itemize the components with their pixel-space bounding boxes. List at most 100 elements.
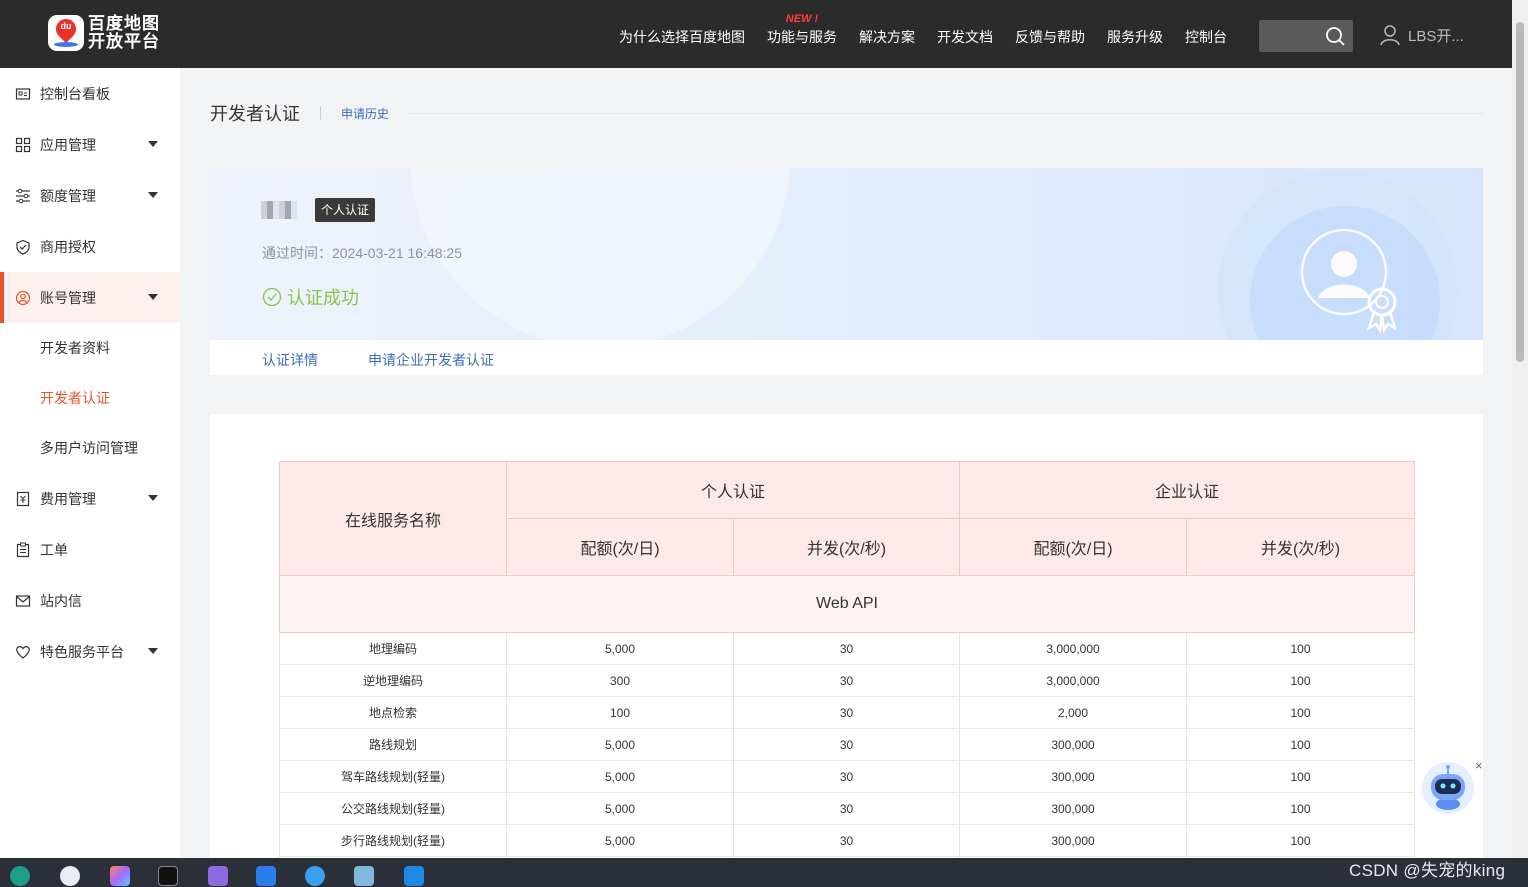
sidebar-item-label: 工单	[40, 541, 68, 558]
nav-dev-docs[interactable]: 开发文档	[926, 0, 1004, 68]
assistant-robot-button[interactable]	[1422, 762, 1474, 814]
nav-feedback-help[interactable]: 反馈与帮助	[1004, 0, 1096, 68]
service-name: 驾车路线规划(轻量)	[279, 760, 507, 793]
service-name: 地点检索	[279, 696, 507, 729]
certification-banner: 个人认证 通过时间：2024-03-21 16:48:25 认证成功	[210, 168, 1483, 340]
column-header-personal: 个人认证	[505, 461, 961, 519]
personal-concurrency: 30	[732, 824, 961, 857]
sidebar-subitem-developer-certification[interactable]: 开发者认证	[0, 373, 180, 423]
sidebar-item-tickets[interactable]: 工单	[0, 524, 180, 575]
sidebar-item-featured-services[interactable]: 特色服务平台	[0, 626, 180, 677]
scrollbar-thumb[interactable]	[1516, 22, 1524, 362]
sidebar-item-label: 额度管理	[40, 187, 96, 204]
column-header-enterprise: 企业认证	[959, 461, 1416, 519]
user-icon	[1380, 25, 1400, 46]
app-icon[interactable]	[110, 866, 130, 886]
group-row: Web API	[278, 575, 1416, 633]
user-name: LBS开...	[1408, 27, 1464, 45]
table-row: 逆地理编码 300 30 3,000,000 100	[279, 664, 1416, 697]
personal-concurrency: 30	[732, 760, 961, 793]
personal-concurrency: 30	[732, 792, 961, 825]
table-row: 驾车路线规划(轻量) 5,000 30 300,000 100	[279, 760, 1416, 793]
sidebar-item-commercial-license[interactable]: 商用授权	[0, 221, 180, 272]
search-icon[interactable]	[1325, 26, 1345, 46]
app-icon[interactable]	[208, 866, 228, 886]
main-nav: 为什么选择百度地图 NEW ! 功能与服务 解决方案 开发文档 反馈与帮助 服务升…	[608, 0, 1238, 68]
clipboard-icon	[15, 542, 31, 558]
app-icon[interactable]	[354, 866, 374, 886]
cert-tabs: 认证详情 申请企业开发者认证	[210, 340, 1483, 375]
divider	[320, 106, 321, 120]
sidebar-item-label: 控制台看板	[40, 85, 110, 102]
sidebar-subitem-multi-user-access[interactable]: 多用户访问管理	[0, 423, 180, 473]
sidebar-item-app-management[interactable]: 应用管理	[0, 119, 180, 170]
app-icon[interactable]	[60, 866, 80, 886]
column-header-service-name: 在线服务名称	[279, 461, 507, 576]
page-scrollbar[interactable]	[1512, 0, 1528, 858]
chevron-down-icon	[148, 192, 158, 198]
user-menu[interactable]: LBS开...	[1380, 24, 1464, 46]
sidebar-subitem-label: 开发者认证	[40, 390, 110, 406]
user-avatar-name-redacted	[261, 201, 297, 219]
os-taskbar	[0, 858, 1528, 887]
sidebar-subitem-label: 多用户访问管理	[40, 440, 138, 456]
enterprise-concurrency: 100	[1186, 696, 1416, 729]
apps-grid-icon	[15, 137, 31, 153]
nav-label: 开发文档	[937, 29, 993, 45]
nav-console[interactable]: 控制台	[1174, 0, 1238, 68]
search-box	[1259, 20, 1353, 52]
nav-why-baidu-map[interactable]: 为什么选择百度地图	[608, 0, 756, 68]
enterprise-concurrency: 100	[1186, 792, 1416, 825]
edge-browser-icon[interactable]	[10, 866, 30, 886]
sidebar-item-messages[interactable]: 站内信	[0, 575, 180, 626]
tab-apply-enterprise-cert[interactable]: 申请企业开发者认证	[368, 350, 494, 370]
tab-cert-details[interactable]: 认证详情	[262, 350, 318, 370]
translate-icon[interactable]	[305, 866, 325, 886]
column-header-enterprise-concurrency: 并发(次/秒)	[1186, 518, 1416, 576]
terminal-icon[interactable]	[158, 866, 178, 886]
nav-label: 反馈与帮助	[1015, 29, 1085, 45]
logo-text-line2: 开放平台	[88, 32, 160, 51]
column-header-personal-concurrency: 并发(次/秒)	[732, 518, 961, 576]
search-input[interactable]	[1265, 26, 1325, 46]
pass-time: 通过时间：2024-03-21 16:48:25	[262, 245, 462, 261]
personal-quota: 5,000	[506, 824, 734, 857]
column-header-enterprise-quota: 配额(次/日)	[959, 518, 1188, 576]
certificate-badge-icon	[1300, 228, 1398, 334]
app-icon[interactable]	[256, 866, 276, 886]
baidu-map-logo[interactable]: du 百度地图 开放平台	[48, 15, 160, 51]
personal-concurrency: 30	[732, 632, 961, 665]
column-header-personal-quota: 配额(次/日)	[506, 518, 734, 576]
service-name: 公交路线规划(轻量)	[279, 792, 507, 825]
nav-service-upgrade[interactable]: 服务升级	[1096, 0, 1174, 68]
page-header: 开发者认证 申请历史	[210, 100, 1483, 126]
table-row: 公交路线规划(轻量) 5,000 30 300,000 100	[279, 792, 1416, 825]
sidebar-subitem-developer-profile[interactable]: 开发者资料	[0, 323, 180, 373]
cert-type-badge: 个人认证	[315, 198, 376, 222]
logo-badge-icon: du	[48, 14, 84, 51]
sidebar-item-quota-management[interactable]: 额度管理	[0, 170, 180, 221]
table-row: 地理编码 5,000 30 3,000,000 100	[279, 632, 1416, 665]
service-name: 逆地理编码	[279, 664, 507, 697]
enterprise-concurrency: 100	[1186, 632, 1416, 665]
nav-solutions[interactable]: 解决方案	[848, 0, 926, 68]
top-navigation-bar: du 百度地图 开放平台 为什么选择百度地图 NEW ! 功能与服务 解决方案 开…	[0, 0, 1512, 68]
application-history-link[interactable]: 申请历史	[341, 105, 389, 122]
sidebar-item-label: 费用管理	[40, 490, 96, 507]
enterprise-quota: 300,000	[959, 824, 1188, 857]
enterprise-concurrency: 100	[1186, 824, 1416, 857]
close-icon[interactable]: ×	[1475, 758, 1483, 773]
shield-check-icon	[15, 239, 31, 255]
table-row: 路线规划 5,000 30 300,000 100	[279, 728, 1416, 761]
sidebar-item-billing[interactable]: 费用管理	[0, 473, 180, 524]
page-title: 开发者认证	[210, 104, 300, 124]
group-label: Web API	[278, 575, 1416, 633]
sidebar-item-label: 应用管理	[40, 136, 96, 153]
divider	[409, 112, 1483, 114]
sidebar-item-dashboard[interactable]: 控制台看板	[0, 68, 180, 119]
vscode-icon[interactable]	[404, 866, 424, 886]
logo-text-line1: 百度地图	[88, 14, 160, 33]
enterprise-quota: 300,000	[959, 728, 1188, 761]
nav-features-services[interactable]: NEW ! 功能与服务	[756, 0, 848, 68]
sidebar-item-account-management[interactable]: 账号管理	[0, 272, 180, 323]
